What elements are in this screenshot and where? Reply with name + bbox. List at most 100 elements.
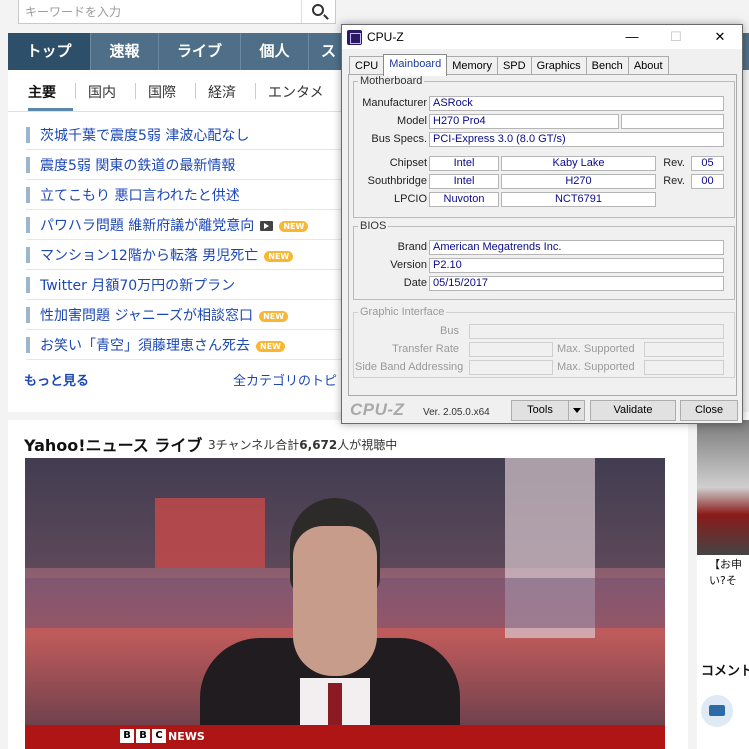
new-badge: NEW bbox=[259, 310, 289, 322]
viewers-suffix: 人が視聴中 bbox=[337, 438, 398, 452]
viewers-prefix: 3チャンネル合計 bbox=[208, 438, 300, 452]
bullet bbox=[26, 157, 30, 173]
tab-mainboard[interactable]: Mainboard bbox=[383, 54, 448, 76]
bus-specs-value: PCI-Express 3.0 (8.0 GT/s) bbox=[429, 132, 724, 147]
headline-link[interactable]: 性加害問題 ジャニーズが相談窓口 NEW bbox=[40, 305, 289, 325]
southbridge-rev-value: 00 bbox=[691, 174, 724, 189]
active-tab-underline bbox=[28, 108, 73, 111]
chat-icon[interactable] bbox=[701, 695, 733, 727]
tab-about[interactable]: About bbox=[627, 56, 669, 75]
model-revision-value bbox=[621, 114, 724, 129]
chipset-rev-label: Rev. bbox=[663, 157, 685, 169]
new-badge: NEW bbox=[279, 220, 309, 232]
gi-sideband-value bbox=[469, 360, 553, 375]
close-button[interactable]: Close bbox=[680, 400, 738, 421]
list-item[interactable]: お笑い「青空」須藤理恵さん死去 NEW bbox=[26, 330, 361, 360]
gi-maxsup-label: Max. Supported bbox=[557, 361, 635, 373]
list-item[interactable]: パワハラ問題 維新府議が離党意向 NEW bbox=[26, 210, 361, 240]
more-link[interactable]: もっと見る bbox=[24, 370, 89, 389]
live-section: Yahoo!ニュース ライブ 3チャンネル合計6,672人が視聴中 BBC NE… bbox=[8, 412, 688, 749]
group-legend: Motherboard bbox=[360, 75, 423, 87]
gi-maxsup-value bbox=[644, 342, 724, 357]
tab-cpu[interactable]: CPU bbox=[349, 56, 385, 75]
nav-top[interactable]: トップ bbox=[8, 33, 91, 70]
right-column: 【お申 い?そ コメント bbox=[697, 412, 749, 749]
lpcio-label: LPCIO bbox=[393, 193, 427, 205]
southbridge-vendor: Intel bbox=[429, 174, 499, 189]
tab-memory[interactable]: Memory bbox=[446, 56, 498, 75]
tab-divider bbox=[195, 83, 196, 99]
viewers-count: 6,672 bbox=[299, 438, 338, 452]
bullet bbox=[26, 187, 30, 203]
chipset-name: Kaby Lake bbox=[501, 156, 656, 171]
headline-link[interactable]: パワハラ問題 維新府議が離党意向 NEW bbox=[40, 215, 309, 235]
window-title: CPU-Z bbox=[367, 30, 404, 44]
tab-strip: CPU Mainboard Memory SPD Graphics Bench … bbox=[349, 54, 669, 76]
bullet bbox=[26, 247, 30, 263]
chipset-label: Chipset bbox=[389, 157, 427, 169]
tab-bench[interactable]: Bench bbox=[585, 56, 629, 75]
version-text: Ver. 2.05.0.x64 bbox=[423, 407, 490, 418]
list-item[interactable]: 性加害問題 ジャニーズが相談窓口 NEW bbox=[26, 300, 361, 330]
headline-link[interactable]: 茨城千葉で震度5弱 津波心配なし bbox=[40, 125, 249, 145]
tab-main[interactable]: 主要 bbox=[28, 82, 56, 102]
bullet bbox=[26, 217, 30, 233]
list-item[interactable]: 茨城千葉で震度5弱 津波心配なし bbox=[26, 120, 361, 150]
cpuz-footer: CPU-Z Ver. 2.05.0.x64 Tools Validate Clo… bbox=[342, 398, 742, 423]
search-icon bbox=[312, 4, 324, 16]
promo-text[interactable]: 【お申 い?そ bbox=[709, 557, 742, 589]
nav-personal[interactable]: 個人 bbox=[241, 33, 309, 70]
gi-transfer-label: Transfer Rate bbox=[392, 343, 459, 355]
new-badge: NEW bbox=[264, 250, 294, 262]
close-window-button[interactable]: ✕ bbox=[698, 25, 742, 49]
live-title: Yahoo!ニュース ライブ bbox=[24, 436, 203, 455]
tools-button[interactable]: Tools bbox=[511, 400, 585, 421]
search-placeholder: キーワードを入力 bbox=[25, 5, 122, 19]
all-topics-link[interactable]: 全カテゴリのトピ bbox=[233, 370, 337, 389]
new-badge: NEW bbox=[256, 340, 285, 352]
bus-specs-label: Bus Specs. bbox=[371, 133, 427, 145]
list-item[interactable]: Twitter 月額70万円の新プラン bbox=[26, 270, 361, 300]
bullet bbox=[26, 127, 30, 143]
tab-entertainment[interactable]: エンタメ bbox=[268, 82, 324, 102]
title-bar[interactable]: CPU-Z — ☐ ✕ bbox=[342, 25, 742, 49]
list-item[interactable]: 震度5弱 関東の鉄道の最新情報 bbox=[26, 150, 361, 180]
list-item[interactable]: 立てこもり 悪口言われたと供述 bbox=[26, 180, 361, 210]
headline-link[interactable]: 立てこもり 悪口言われたと供述 bbox=[40, 185, 240, 205]
bullet bbox=[26, 337, 30, 353]
channel-logo: BBC NEWS bbox=[120, 728, 205, 744]
validate-button[interactable]: Validate bbox=[590, 400, 676, 421]
manufacturer-value: ASRock bbox=[429, 96, 724, 111]
live-viewers: 3チャンネル合計6,672人が視聴中 bbox=[208, 436, 397, 453]
live-video-player[interactable]: BBC NEWS bbox=[25, 458, 665, 749]
ad-image[interactable] bbox=[697, 420, 749, 555]
cpuz-app-icon bbox=[347, 30, 362, 45]
model-label: Model bbox=[397, 115, 427, 127]
headline-link[interactable]: マンション12階から転落 男児死亡 NEW bbox=[40, 245, 294, 265]
tab-spd[interactable]: SPD bbox=[496, 56, 532, 75]
group-legend: Graphic Interface bbox=[360, 306, 445, 318]
nav-breaking[interactable]: 速報 bbox=[91, 33, 159, 70]
southbridge-name: H270 bbox=[501, 174, 656, 189]
nav-live[interactable]: ライブ bbox=[159, 33, 241, 70]
search-button[interactable] bbox=[301, 0, 335, 23]
headline-link[interactable]: お笑い「青空」須藤理恵さん死去 NEW bbox=[40, 335, 285, 355]
tab-international[interactable]: 国際 bbox=[148, 82, 176, 102]
presenter-face bbox=[293, 526, 377, 676]
video-bg bbox=[155, 498, 265, 568]
mainboard-panel: Motherboard Manufacturer ASRock Model H2… bbox=[348, 74, 737, 396]
tab-economy[interactable]: 経済 bbox=[208, 82, 236, 102]
chevron-down-icon[interactable] bbox=[568, 401, 584, 420]
tab-domestic[interactable]: 国内 bbox=[88, 82, 116, 102]
group-legend: BIOS bbox=[360, 220, 387, 232]
search-bar[interactable]: キーワードを入力 bbox=[18, 0, 336, 24]
maximize-button[interactable]: ☐ bbox=[654, 25, 698, 49]
headline-link[interactable]: 震度5弱 関東の鉄道の最新情報 bbox=[40, 155, 235, 175]
cpuz-window: CPU-Z — ☐ ✕ CPU Mainboard Memory SPD Gra… bbox=[341, 24, 743, 424]
tools-label: Tools bbox=[527, 404, 553, 416]
headline-link[interactable]: Twitter 月額70万円の新プラン bbox=[40, 275, 235, 295]
headline-text: パワハラ問題 維新府議が離党意向 bbox=[40, 218, 255, 234]
list-item[interactable]: マンション12階から転落 男児死亡 NEW bbox=[26, 240, 361, 270]
tab-graphics[interactable]: Graphics bbox=[530, 56, 587, 75]
minimize-button[interactable]: — bbox=[610, 25, 654, 49]
